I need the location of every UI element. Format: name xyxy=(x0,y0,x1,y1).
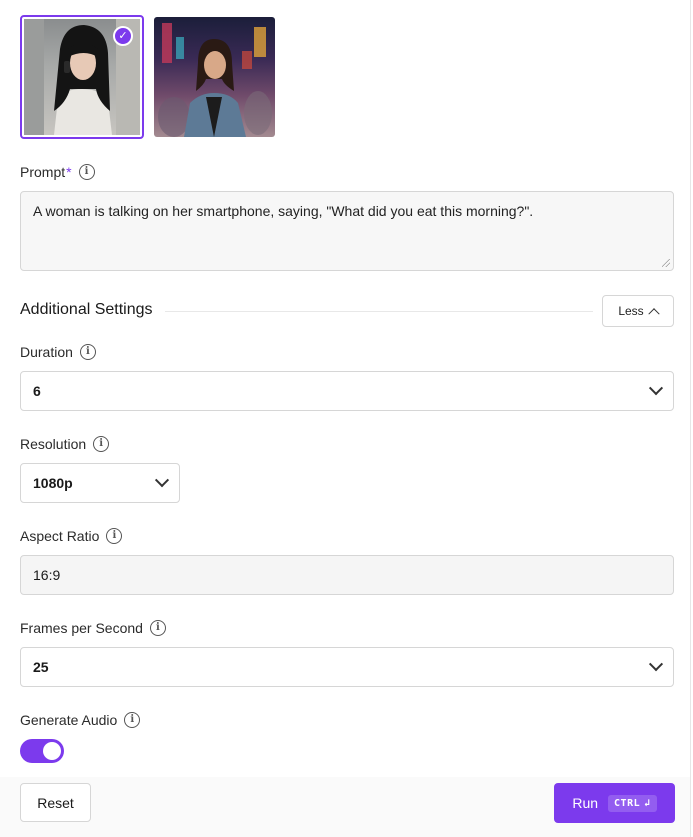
aspect-ratio-field: 16:9 xyxy=(20,555,674,595)
prompt-input[interactable]: A woman is talking on her smartphone, sa… xyxy=(20,191,674,271)
check-icon: ✓ xyxy=(113,26,133,46)
enter-icon: ↲ xyxy=(644,797,651,809)
aspect-ratio-value: 16:9 xyxy=(33,567,61,583)
shortcut-key: CTRL xyxy=(614,797,641,809)
reference-image-1[interactable]: ✓ xyxy=(20,15,144,139)
duration-value: 6 xyxy=(33,383,41,399)
generate-audio-label-text: Generate Audio xyxy=(20,712,118,728)
prompt-text: A woman is talking on her smartphone, sa… xyxy=(33,203,534,219)
fps-label-text: Frames per Second xyxy=(20,620,143,636)
info-icon[interactable]: i xyxy=(93,436,110,452)
fps-label: Frames per Second i xyxy=(20,620,166,636)
run-button[interactable]: Run CTRL ↲ xyxy=(554,783,675,823)
duration-select[interactable]: 6 xyxy=(20,371,674,411)
section-divider xyxy=(165,311,593,312)
reset-button[interactable]: Reset xyxy=(20,783,91,822)
resolution-label-text: Resolution xyxy=(20,436,87,452)
aspect-ratio-label-text: Aspect Ratio xyxy=(20,528,100,544)
prompt-label-text: Prompt xyxy=(20,164,66,180)
resize-handle-icon[interactable] xyxy=(662,259,670,267)
info-icon[interactable]: i xyxy=(79,344,96,360)
panel-edge xyxy=(690,0,691,837)
run-label: Run xyxy=(572,795,599,811)
generate-audio-toggle[interactable] xyxy=(20,739,64,763)
info-icon[interactable]: i xyxy=(124,712,141,728)
info-icon[interactable]: i xyxy=(149,620,166,636)
collapse-settings-button[interactable]: Less xyxy=(602,295,674,327)
reference-image-2[interactable] xyxy=(154,17,275,137)
collapse-settings-label: Less xyxy=(618,304,644,318)
prompt-label: Prompt * i xyxy=(20,164,95,180)
resolution-value: 1080p xyxy=(33,475,73,491)
chevron-down-icon xyxy=(648,657,664,672)
toggle-knob xyxy=(43,742,61,760)
chevron-down-icon xyxy=(154,473,170,488)
reset-label: Reset xyxy=(37,794,74,811)
resolution-label: Resolution i xyxy=(20,436,110,452)
chevron-up-icon xyxy=(648,308,660,320)
required-mark: * xyxy=(66,164,72,180)
info-icon[interactable]: i xyxy=(78,164,95,180)
generate-audio-label: Generate Audio i xyxy=(20,712,141,728)
info-icon[interactable]: i xyxy=(106,528,123,544)
woman-city-thumbnail xyxy=(158,23,272,137)
duration-label: Duration i xyxy=(20,344,96,360)
fps-select[interactable]: 25 xyxy=(20,647,674,687)
resolution-select[interactable]: 1080p xyxy=(20,463,180,503)
aspect-ratio-label: Aspect Ratio i xyxy=(20,528,123,544)
additional-settings-title: Additional Settings xyxy=(20,301,153,318)
chevron-down-icon xyxy=(648,381,664,396)
fps-value: 25 xyxy=(33,659,49,675)
keyboard-shortcut: CTRL ↲ xyxy=(608,794,657,812)
duration-label-text: Duration xyxy=(20,344,73,360)
